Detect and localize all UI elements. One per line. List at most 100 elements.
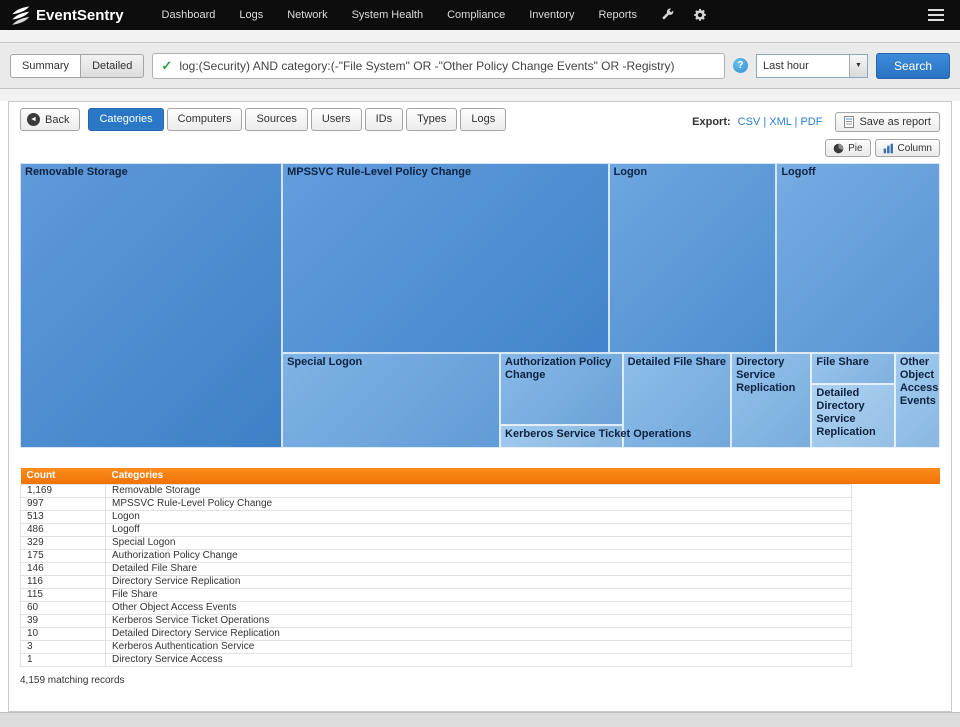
export-link-xml[interactable]: XML [769, 116, 791, 128]
cell-count: 513 [21, 510, 106, 523]
cell-category: Removable Storage [106, 484, 852, 497]
tab-categories[interactable]: Categories [88, 108, 163, 131]
treemap-tile-authorization-policy-change[interactable]: Authorization Policy Change [500, 353, 623, 425]
treemap-tile-label: Detailed File Share [624, 354, 730, 371]
cell-count: 997 [21, 497, 106, 510]
nav-item-compliance[interactable]: Compliance [435, 0, 517, 30]
export-link-separator: | [760, 116, 769, 128]
detailed-button[interactable]: Detailed [81, 54, 144, 78]
cell-count: 115 [21, 588, 106, 601]
table-row[interactable]: 329Special Logon [21, 536, 940, 549]
tab-logs[interactable]: Logs [460, 108, 506, 131]
cell-category: Directory Service Replication [106, 575, 852, 588]
wrench-icon[interactable] [661, 8, 675, 22]
gear-icon[interactable] [693, 8, 707, 22]
cell-category: Special Logon [106, 536, 852, 549]
treemap-tile-label: Logon [610, 164, 776, 181]
treemap-tile-other-object-access-events[interactable]: Other Object Access Events [895, 353, 940, 448]
nav-item-logs[interactable]: Logs [227, 0, 275, 30]
view-tabs: CategoriesComputersSourcesUsersIDsTypesL… [88, 108, 506, 131]
cell-category: Other Object Access Events [106, 601, 852, 614]
pie-label: Pie [848, 143, 862, 154]
pie-chart-button[interactable]: Pie [825, 139, 870, 157]
tab-ids[interactable]: IDs [365, 108, 404, 131]
table-row[interactable]: 116Directory Service Replication [21, 575, 940, 588]
cell-count: 1 [21, 653, 106, 666]
search-query-input[interactable] [179, 59, 716, 73]
back-label: Back [45, 114, 69, 126]
treemap-tile-mpssvc-rule-level-policy-change[interactable]: MPSSVC Rule-Level Policy Change [282, 163, 608, 353]
cell-empty [852, 523, 940, 536]
save-as-report-button[interactable]: Save as report [835, 112, 940, 132]
table-row[interactable]: 146Detailed File Share [21, 562, 940, 575]
treemap-tile-special-logon[interactable]: Special Logon [282, 353, 500, 448]
cell-empty [852, 497, 940, 510]
table-row[interactable]: 3Kerberos Authentication Service [21, 640, 940, 653]
nav-item-network[interactable]: Network [275, 0, 339, 30]
back-arrow-icon: ◄ [27, 113, 40, 126]
table-row[interactable]: 115File Share [21, 588, 940, 601]
export-link-csv[interactable]: CSV [738, 116, 761, 128]
nav-item-reports[interactable]: Reports [586, 0, 649, 30]
cell-empty [852, 510, 940, 523]
summary-button[interactable]: Summary [10, 54, 81, 78]
treemap-tile-label: Special Logon [283, 354, 499, 371]
matching-records-text: 4,159 matching records [20, 675, 940, 686]
table-row[interactable]: 1,169Removable Storage [21, 484, 940, 497]
column-chart-button[interactable]: Column [875, 139, 940, 157]
search-button[interactable]: Search [876, 53, 950, 79]
category-table-body: 1,169Removable Storage997MPSSVC Rule-Lev… [21, 484, 940, 666]
cell-count: 60 [21, 601, 106, 614]
table-row[interactable]: 60Other Object Access Events [21, 601, 940, 614]
table-row[interactable]: 486Logoff [21, 523, 940, 536]
cell-empty [852, 536, 940, 549]
back-button[interactable]: ◄ Back [20, 108, 80, 131]
table-row[interactable]: 513Logon [21, 510, 940, 523]
eventsentry-brand[interactable]: EventSentry [10, 5, 124, 26]
tab-types[interactable]: Types [406, 108, 457, 131]
treemap-tile-kerberos-service-ticket-operations[interactable]: Kerberos Service Ticket Operations [500, 425, 623, 448]
table-row[interactable]: 10Detailed Directory Service Replication [21, 627, 940, 640]
cell-count: 10 [21, 627, 106, 640]
tab-sources[interactable]: Sources [245, 108, 307, 131]
treemap-tile-logoff[interactable]: Logoff [776, 163, 940, 353]
nav-item-inventory[interactable]: Inventory [517, 0, 586, 30]
cell-category: Kerberos Service Ticket Operations [106, 614, 852, 627]
help-icon[interactable]: ? [733, 58, 748, 73]
table-header-row: Count Categories [21, 468, 940, 484]
nav-tools [661, 8, 707, 22]
pie-chart-icon [833, 143, 844, 154]
treemap-tile-label: Removable Storage [21, 164, 281, 181]
nav-item-system-health[interactable]: System Health [340, 0, 436, 30]
time-range-value: Last hour [757, 60, 849, 72]
time-range-select[interactable]: Last hour ▼ [756, 54, 868, 78]
treemap: Removable StorageMPSSVC Rule-Level Polic… [20, 163, 940, 448]
chevron-down-icon: ▼ [849, 55, 867, 77]
treemap-tile-logon[interactable]: Logon [609, 163, 777, 353]
cell-empty [852, 614, 940, 627]
top-navbar: EventSentry DashboardLogsNetworkSystem H… [0, 0, 960, 30]
table-row[interactable]: 175Authorization Policy Change [21, 549, 940, 562]
menu-icon[interactable] [922, 5, 950, 25]
tab-computers[interactable]: Computers [167, 108, 243, 131]
column-chart-icon [883, 143, 894, 154]
treemap-tile-detailed-directory-service-replication[interactable]: Detailed Directory Service Replication [811, 384, 894, 448]
export-link-pdf[interactable]: PDF [800, 116, 822, 128]
brand-name: EventSentry [36, 7, 124, 24]
cell-category: Authorization Policy Change [106, 549, 852, 562]
cell-category: Logon [106, 510, 852, 523]
spacer-band-bottom [0, 89, 960, 101]
view-mode-toggle: Summary Detailed [10, 54, 144, 78]
nav-item-dashboard[interactable]: Dashboard [150, 0, 228, 30]
treemap-tile-label: File Share [812, 354, 893, 371]
cell-category: MPSSVC Rule-Level Policy Change [106, 497, 852, 510]
treemap-tile-file-share[interactable]: File Share [811, 353, 894, 384]
treemap-tile-removable-storage[interactable]: Removable Storage [20, 163, 282, 448]
table-row[interactable]: 39Kerberos Service Ticket Operations [21, 614, 940, 627]
treemap-tile-directory-service-replication[interactable]: Directory Service Replication [731, 353, 811, 448]
table-row[interactable]: 1Directory Service Access [21, 653, 940, 666]
table-row[interactable]: 997MPSSVC Rule-Level Policy Change [21, 497, 940, 510]
cell-empty [852, 575, 940, 588]
export-label: Export: [692, 116, 731, 128]
tab-users[interactable]: Users [311, 108, 362, 131]
